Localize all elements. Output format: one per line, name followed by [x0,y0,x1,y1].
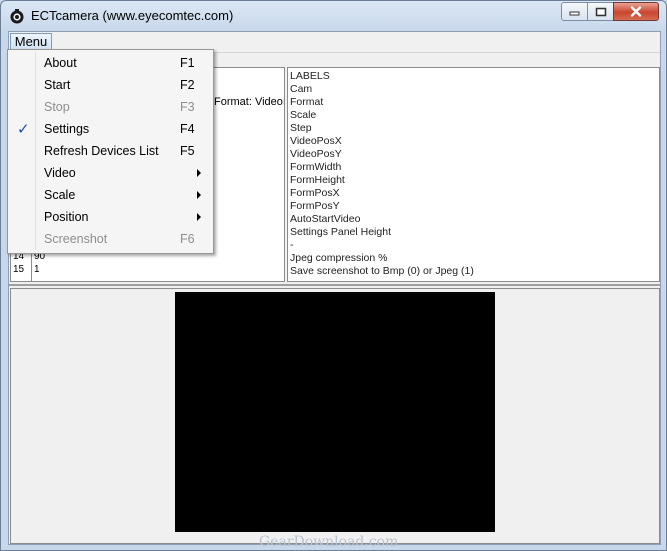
label-line: Format [290,96,324,108]
row-number: 15 [13,264,25,275]
menu-item-refresh-devices[interactable]: Refresh Devices List F5 [10,140,210,162]
close-button[interactable] [613,2,659,21]
menu-item-screenshot: Screenshot F6 [10,228,210,250]
menu-item-shortcut: F6 [180,232,195,246]
format-value-text: Format: VideoIr [214,96,285,108]
label-line: Scale [290,109,317,121]
menu-item-video[interactable]: Video [10,162,210,184]
main-menu-dropdown: About F1 Start F2 Stop F3 ✓ Settings F4 … [7,49,214,254]
submenu-arrow-icon [197,213,201,221]
menu-item-label: Settings [44,122,90,136]
submenu-arrow-icon [197,191,201,199]
submenu-arrow-icon [197,169,201,177]
menu-item-shortcut: F5 [180,144,195,158]
minimize-button[interactable] [561,2,588,21]
label-line: Save screenshot to Bmp (0) or Jpeg (1) [290,265,474,277]
label-line: Jpeg compression % [290,252,388,264]
maximize-icon [595,7,606,16]
label-line: FormWidth [290,161,342,173]
menu-item-label: Start [44,78,71,92]
menu-item-label: Stop [44,100,70,114]
menu-item-shortcut: F2 [180,78,195,92]
menu-item-label: Scale [44,188,76,202]
menu-item-label: Video [44,166,76,180]
menu-item-start[interactable]: Start F2 [10,74,210,96]
menu-item-about[interactable]: About F1 [10,52,210,74]
menu-item-position[interactable]: Position [10,206,210,228]
menu-item-shortcut: F1 [180,56,195,70]
panel-splitter[interactable] [9,284,660,286]
menu-item-stop: Stop F3 [10,96,210,118]
minimize-icon [569,11,580,16]
title-bar[interactable]: ECTcamera (www.eyecomtec.com) [1,1,666,31]
label-line: Settings Panel Height [290,226,391,238]
menu-item-label: Screenshot [44,232,108,246]
label-line: FormHeight [290,174,345,186]
window-title: ECTcamera (www.eyecomtec.com) [31,8,234,23]
video-area [10,288,660,544]
maximize-button[interactable] [587,2,614,21]
label-line: Step [290,122,312,134]
menu-item-shortcut: F4 [180,122,195,136]
label-line: VideoPosX [290,135,342,147]
close-icon [630,6,642,17]
label-line: VideoPosY [290,148,342,160]
menu-item-settings[interactable]: ✓ Settings F4 [10,118,210,140]
menu-item-label: About [44,56,77,70]
labels-panel: LABELS Cam Format Scale Step VideoPosX V… [287,67,660,282]
label-line: Cam [290,83,313,95]
menu-item-shortcut: F3 [180,100,195,114]
menu-item-label: Position [44,210,89,224]
camera-icon [10,9,24,24]
watermark-text: GearDownload.com [259,534,399,550]
label-line: - [290,239,294,251]
menu-item-scale[interactable]: Scale [10,184,210,206]
video-preview[interactable] [175,292,495,532]
label-line: FormPosY [290,200,340,212]
menu-item-label: Refresh Devices List [44,144,159,158]
grid-cell-value[interactable]: 1 [34,264,40,275]
label-line: FormPosX [290,187,340,199]
label-line: LABELS [290,70,330,82]
checkmark-icon: ✓ [17,121,30,138]
label-line: AutoStartVideo [290,213,361,225]
